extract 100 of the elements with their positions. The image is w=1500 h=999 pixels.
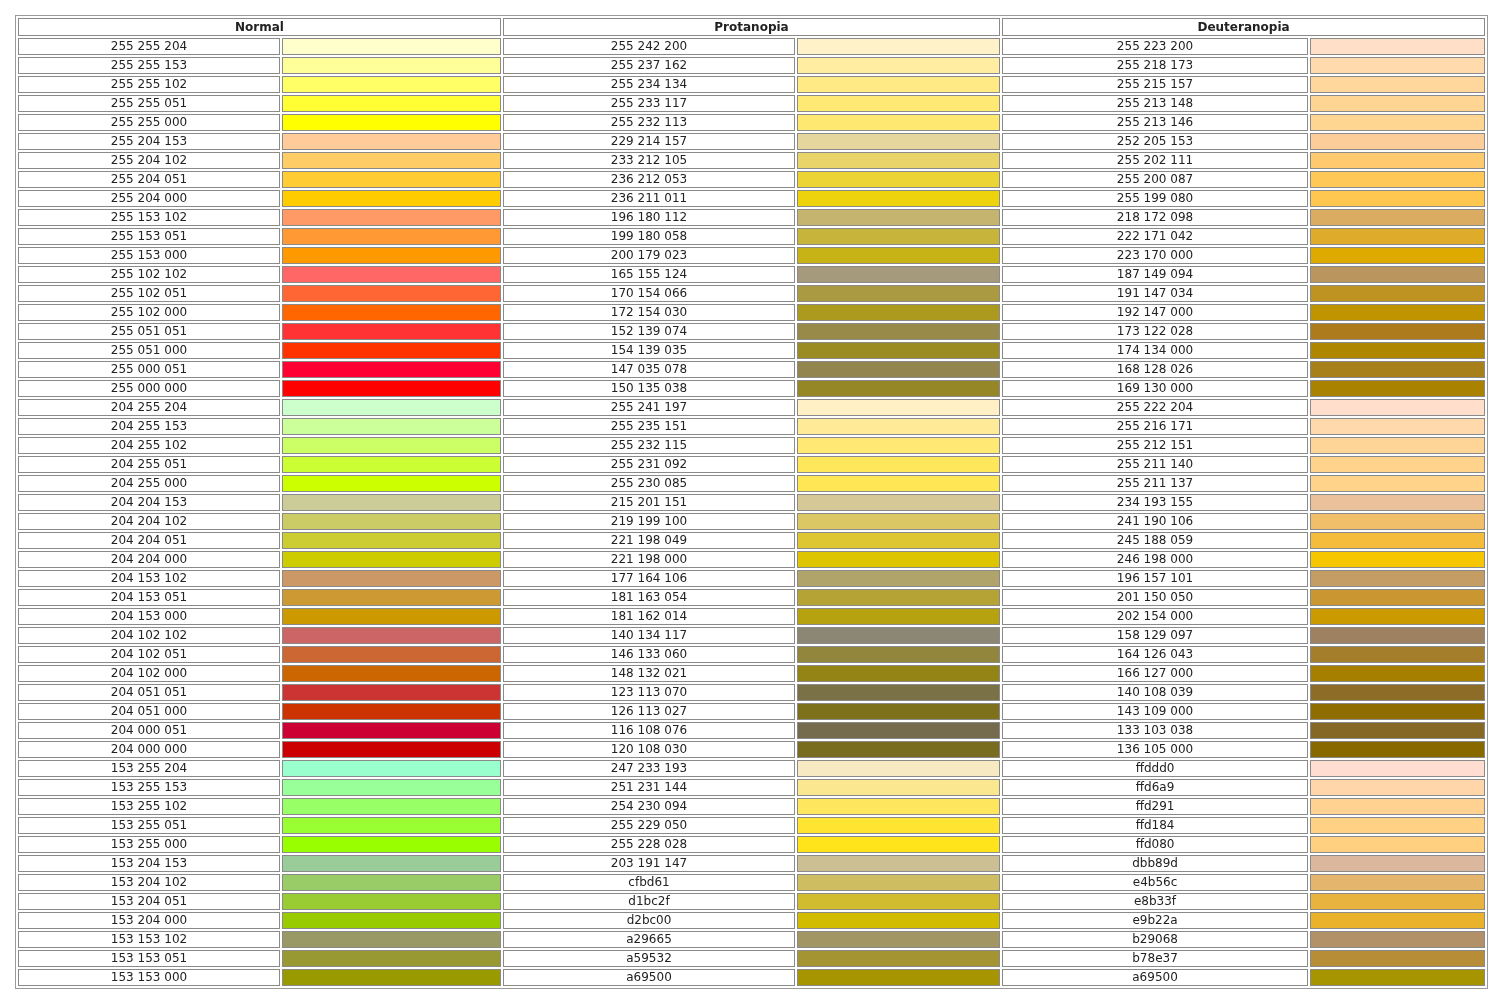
table-cell: 153 153 102	[18, 931, 280, 948]
table-cell: 255 242 200	[503, 38, 795, 55]
table-cell: 255 000 051	[18, 361, 280, 378]
table-cell: 204 204 153	[18, 494, 280, 511]
table-cell: 165 155 124	[503, 266, 795, 283]
table-cell: 204 102 000	[18, 665, 280, 682]
table-cell: 191 147 034	[1002, 285, 1309, 302]
table-cell: 219 199 100	[503, 513, 795, 530]
table-cell: 136 105 000	[1002, 741, 1309, 758]
table-cell: 255 255 102	[18, 76, 280, 93]
table-cell: 204 000 051	[18, 722, 280, 739]
table-cell: d2bc00	[503, 912, 795, 929]
table-cell: 255 215 157	[1002, 76, 1309, 93]
table-cell: e4b56c	[1002, 874, 1309, 891]
table-cell: 148 132 021	[503, 665, 795, 682]
table-cell: 234 193 155	[1002, 494, 1309, 511]
table-cell: 215 201 151	[503, 494, 795, 511]
table-cell: 236 212 053	[503, 171, 795, 188]
table-cell: 204 204 102	[18, 513, 280, 530]
table-cell: a29665	[503, 931, 795, 948]
table-cell: 255 233 117	[503, 95, 795, 112]
table-cell: 153 255 000	[18, 836, 280, 853]
table-cell: 255 255 204	[18, 38, 280, 55]
table-cell: 255 223 200	[1002, 38, 1309, 55]
table-cell: 146 133 060	[503, 646, 795, 663]
table-cell: 158 129 097	[1002, 627, 1309, 644]
table-cell: 192 147 000	[1002, 304, 1309, 321]
table-cell: 255 204 000	[18, 190, 280, 207]
table-cell: 153 255 051	[18, 817, 280, 834]
table-cell: 204 051 051	[18, 684, 280, 701]
table-cell: 204 255 000	[18, 475, 280, 492]
column-header: Protanopia	[503, 18, 1001, 36]
table-cell: 254 230 094	[503, 798, 795, 815]
table-cell: 169 130 000	[1002, 380, 1309, 397]
table-cell: 153 255 153	[18, 779, 280, 796]
table-cell: ffd291	[1002, 798, 1309, 815]
table-cell: 255 213 146	[1002, 114, 1309, 131]
table-cell: 255 212 151	[1002, 437, 1309, 454]
table-cell: 251 231 144	[503, 779, 795, 796]
table-cell: 153 255 204	[18, 760, 280, 777]
table-cell: b78e37	[1002, 950, 1309, 967]
table-cell: e8b33f	[1002, 893, 1309, 910]
table-cell: 174 134 000	[1002, 342, 1309, 359]
table-cell: 255 202 111	[1002, 152, 1309, 169]
table-cell: 201 150 050	[1002, 589, 1309, 606]
table-cell: ffd080	[1002, 836, 1309, 853]
table-cell: 255 241 197	[503, 399, 795, 416]
table-cell: 116 108 076	[503, 722, 795, 739]
table-cell: 255 102 102	[18, 266, 280, 283]
table-cell: ffd184	[1002, 817, 1309, 834]
table-cell: 199 180 058	[503, 228, 795, 245]
table-cell: 181 163 054	[503, 589, 795, 606]
table-cell: cfbd61	[503, 874, 795, 891]
table-cell: 255 102 051	[18, 285, 280, 302]
table-cell: 133 103 038	[1002, 722, 1309, 739]
table-cell: 255 200 087	[1002, 171, 1309, 188]
table-cell: 255 232 113	[503, 114, 795, 131]
table-cell: 255 237 162	[503, 57, 795, 74]
table-cell: 255 211 140	[1002, 456, 1309, 473]
table-cell: 204 255 153	[18, 418, 280, 435]
column-header: Normal	[18, 18, 501, 36]
table-cell: 255 153 051	[18, 228, 280, 245]
table-cell: 120 108 030	[503, 741, 795, 758]
table-cell: 252 205 153	[1002, 133, 1309, 150]
table-cell: 153 204 153	[18, 855, 280, 872]
table-cell: a69500	[1002, 969, 1309, 986]
table-cell: 255 000 000	[18, 380, 280, 397]
table-cell: e9b22a	[1002, 912, 1309, 929]
table-cell: 255 153 000	[18, 247, 280, 264]
table-cell: 200 179 023	[503, 247, 795, 264]
table-cell: 221 198 049	[503, 532, 795, 549]
table-cell: 255 232 115	[503, 437, 795, 454]
table-cell: 255 235 151	[503, 418, 795, 435]
table-cell: 126 113 027	[503, 703, 795, 720]
table-cell: 204 153 051	[18, 589, 280, 606]
table-cell: 255 218 173	[1002, 57, 1309, 74]
table-cell: 173 122 028	[1002, 323, 1309, 340]
table-cell: 204 204 051	[18, 532, 280, 549]
table-cell: 153 204 102	[18, 874, 280, 891]
table-cell: 140 108 039	[1002, 684, 1309, 701]
table-cell: 255 222 204	[1002, 399, 1309, 416]
table-cell: 204 255 204	[18, 399, 280, 416]
table-cell: 166 127 000	[1002, 665, 1309, 682]
table-cell: 236 211 011	[503, 190, 795, 207]
table-cell: 152 139 074	[503, 323, 795, 340]
table-cell: 140 134 117	[503, 627, 795, 644]
table-cell: 204 153 102	[18, 570, 280, 587]
table-cell: 255 211 137	[1002, 475, 1309, 492]
table-cell: 255 229 050	[503, 817, 795, 834]
table-cell: 172 154 030	[503, 304, 795, 321]
table-cell: 203 191 147	[503, 855, 795, 872]
table-cell: a59532	[503, 950, 795, 967]
table-cell: 223 170 000	[1002, 247, 1309, 264]
table-cell: 255 051 000	[18, 342, 280, 359]
table-cell: b29068	[1002, 931, 1309, 948]
table-cell: 218 172 098	[1002, 209, 1309, 226]
table-cell: dbb89d	[1002, 855, 1309, 872]
table-cell: 168 128 026	[1002, 361, 1309, 378]
column-header: Deuteranopia	[1002, 18, 1486, 36]
table-cell: 204 255 051	[18, 456, 280, 473]
